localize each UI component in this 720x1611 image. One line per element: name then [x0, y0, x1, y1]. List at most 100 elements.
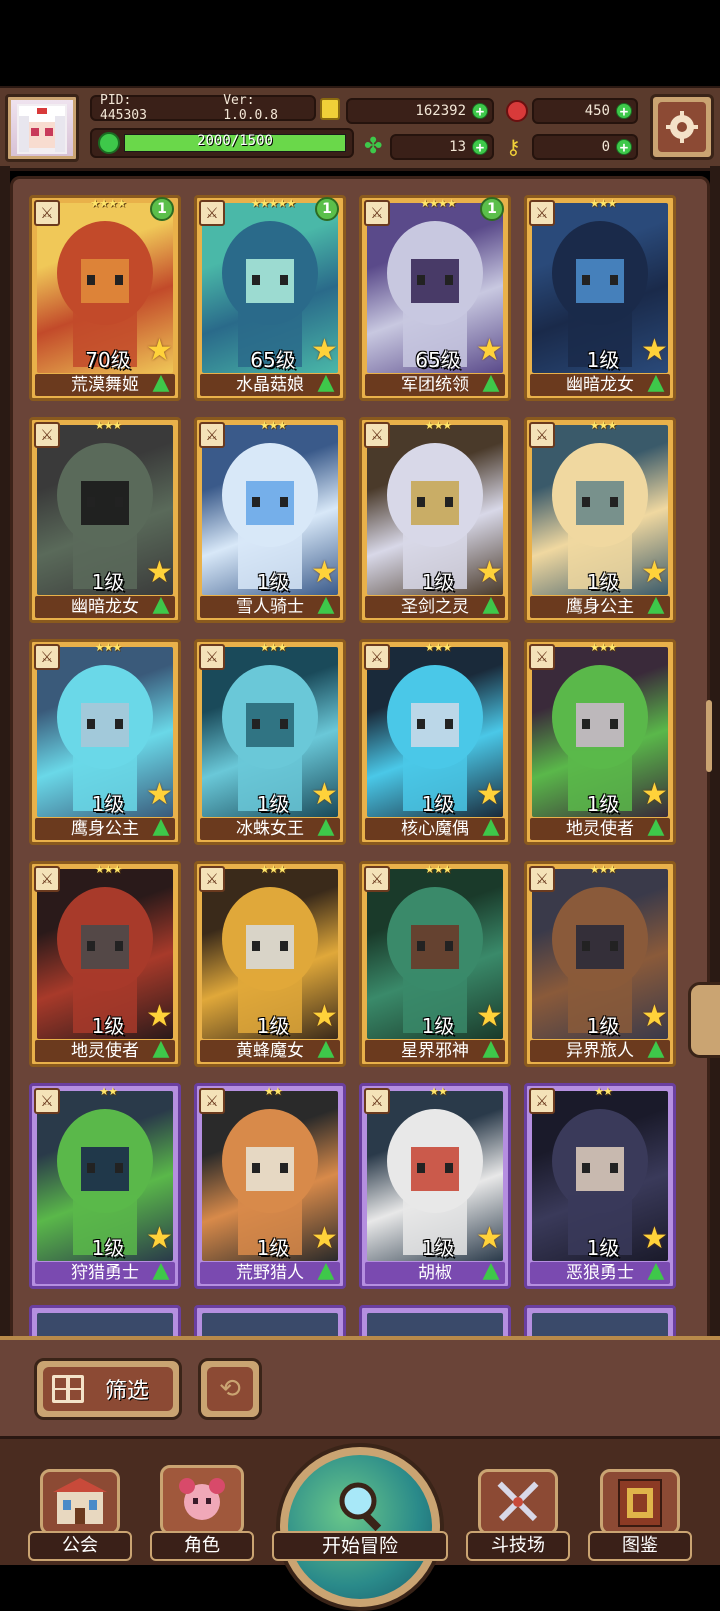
avatar-portrait [11, 100, 73, 156]
star-upgrade-icon[interactable]: ★ [311, 1002, 341, 1032]
level-up-arrow-icon[interactable]: ▲ [641, 1256, 671, 1286]
level-up-arrow-icon[interactable]: ▲ [476, 368, 506, 398]
weapon-type-icon: ⚔ [34, 422, 60, 448]
exp-text: 2000/1500 [197, 133, 273, 149]
star-upgrade-icon[interactable]: ★ [641, 780, 671, 810]
level-up-arrow-icon[interactable]: ▲ [311, 590, 341, 620]
star-upgrade-icon[interactable]: ★ [146, 780, 176, 810]
hero-roster-panel[interactable]: ★★★★ ⚔ 1 70级 荒漠舞姬 ★ ▲ ★★★★★ ⚔ 1 65级 水晶菇娘 ★ ▲ ★★★★ ⚔ 1 65级… [10, 176, 710, 1356]
level-up-arrow-icon[interactable]: ▲ [476, 1256, 506, 1286]
level-up-arrow-icon[interactable]: ▲ [146, 1034, 176, 1064]
hero-card[interactable]: ★★★ ⚔ 1级 地灵使者 ★ ▲ [524, 639, 676, 845]
clover-counter: 13 + [390, 134, 494, 160]
clover-value: 13 [449, 139, 466, 155]
hero-card[interactable]: ★★★ ⚔ 1级 圣剑之灵 ★ ▲ [359, 417, 511, 623]
level-up-arrow-icon[interactable]: ▲ [146, 368, 176, 398]
level-up-arrow-icon[interactable]: ▲ [146, 812, 176, 842]
settings-button[interactable] [650, 94, 714, 160]
weapon-type-icon: ⚔ [364, 1088, 390, 1114]
hero-card[interactable]: ★★★ ⚔ 1级 冰蛛女王 ★ ▲ [194, 639, 346, 845]
refresh-button[interactable]: ⟲ [198, 1358, 262, 1420]
gold-counter: 162392 + [346, 98, 494, 124]
hero-card[interactable]: ★★★★ ⚔ 1 65级 军团统领 ★ ▲ [359, 195, 511, 401]
star-upgrade-icon[interactable]: ★ [311, 780, 341, 810]
weapon-type-icon: ⚔ [199, 200, 225, 226]
star-upgrade-icon[interactable]: ★ [476, 780, 506, 810]
level-up-arrow-icon[interactable]: ▲ [641, 368, 671, 398]
roster-scrollbar[interactable] [706, 700, 712, 772]
level-up-arrow-icon[interactable]: ▲ [641, 590, 671, 620]
level-up-arrow-icon[interactable]: ▲ [311, 368, 341, 398]
weapon-type-icon: ⚔ [529, 644, 555, 670]
star-upgrade-icon[interactable]: ★ [476, 336, 506, 366]
nav-codex[interactable]: 图鉴 [584, 1439, 696, 1568]
player-id: PID: 445303 [100, 93, 147, 123]
side-drawer-tab[interactable] [688, 982, 720, 1058]
hero-card[interactable]: ★★★★★ ⚔ 1 65级 水晶菇娘 ★ ▲ [194, 195, 346, 401]
level-up-arrow-icon[interactable]: ▲ [146, 590, 176, 620]
star-upgrade-icon[interactable]: ★ [311, 558, 341, 588]
level-up-arrow-icon[interactable]: ▲ [476, 812, 506, 842]
clover-plus-button[interactable]: + [472, 139, 488, 156]
star-upgrade-icon[interactable]: ★ [146, 1224, 176, 1254]
crossed-swords-icon [478, 1469, 558, 1535]
hero-card[interactable]: ★★★ ⚔ 1级 星界邪神 ★ ▲ [359, 861, 511, 1067]
level-up-arrow-icon[interactable]: ▲ [311, 812, 341, 842]
hero-card[interactable]: ★★★ ⚔ 1级 异界旅人 ★ ▲ [524, 861, 676, 1067]
level-up-arrow-icon[interactable]: ▲ [476, 590, 506, 620]
hero-card[interactable]: ★★★ ⚔ 1级 地灵使者 ★ ▲ [29, 861, 181, 1067]
star-upgrade-icon[interactable]: ★ [146, 1002, 176, 1032]
nav-character-label: 角色 [150, 1531, 254, 1561]
star-upgrade-icon[interactable]: ★ [146, 336, 176, 366]
level-up-arrow-icon[interactable]: ▲ [146, 1256, 176, 1286]
nav-guild[interactable]: 公会 [24, 1439, 136, 1568]
level-up-arrow-icon[interactable]: ▲ [641, 1034, 671, 1064]
upgrade-count-badge: 1 [480, 197, 504, 221]
key-plus-button[interactable]: + [616, 139, 632, 156]
hero-card[interactable]: ★★★ ⚔ 1级 幽暗龙女 ★ ▲ [29, 417, 181, 623]
star-upgrade-icon[interactable]: ★ [641, 558, 671, 588]
level-up-arrow-icon[interactable]: ▲ [311, 1256, 341, 1286]
star-upgrade-icon[interactable]: ★ [641, 1224, 671, 1254]
star-upgrade-icon[interactable]: ★ [311, 1224, 341, 1254]
nav-arena[interactable]: 斗技场 [462, 1439, 574, 1568]
hero-card[interactable]: ★★★ ⚔ 1级 鹰身公主 ★ ▲ [524, 417, 676, 623]
gear-icon [666, 111, 698, 143]
hero-card[interactable]: ★★ ⚔ 1级 恶狼勇士 ★ ▲ [524, 1083, 676, 1289]
star-upgrade-icon[interactable]: ★ [476, 1224, 506, 1254]
star-upgrade-icon[interactable]: ★ [311, 336, 341, 366]
star-upgrade-icon[interactable]: ★ [146, 558, 176, 588]
star-upgrade-icon[interactable]: ★ [476, 1002, 506, 1032]
star-upgrade-icon[interactable]: ★ [641, 336, 671, 366]
hero-card[interactable]: ★★★ ⚔ 1级 核心魔偶 ★ ▲ [359, 639, 511, 845]
id-version-bar: PID: 445303 Ver: 1.0.0.8 [90, 93, 316, 123]
hero-card[interactable]: ★★★ ⚔ 1级 黄蜂魔女 ★ ▲ [194, 861, 346, 1067]
coin-icon [320, 98, 340, 120]
hero-card[interactable]: ★★★★ ⚔ 1 70级 荒漠舞姬 ★ ▲ [29, 195, 181, 401]
weapon-type-icon: ⚔ [199, 422, 225, 448]
key-value: 0 [601, 139, 610, 155]
gold-value: 162392 [415, 103, 466, 119]
level-up-arrow-icon[interactable]: ▲ [641, 812, 671, 842]
star-upgrade-icon[interactable]: ★ [641, 1002, 671, 1032]
player-avatar[interactable] [5, 94, 79, 162]
filter-button[interactable]: 筛选 [34, 1358, 182, 1420]
hero-card[interactable]: ★★★ ⚔ 1级 雪人骑士 ★ ▲ [194, 417, 346, 623]
bottom-navigation: 公会 角色 开始冒险 斗技场 图鉴 [0, 1436, 720, 1611]
level-up-arrow-icon[interactable]: ▲ [476, 1034, 506, 1064]
hero-card[interactable]: ★★ ⚔ 1级 狩猎勇士 ★ ▲ [29, 1083, 181, 1289]
level-up-arrow-icon[interactable]: ▲ [311, 1034, 341, 1064]
weapon-type-icon: ⚔ [199, 866, 225, 892]
star-upgrade-icon[interactable]: ★ [476, 558, 506, 588]
hero-card[interactable]: ★★ ⚔ 1级 荒野猎人 ★ ▲ [194, 1083, 346, 1289]
book-icon [600, 1469, 680, 1535]
adventure-globe-frame [276, 1443, 444, 1611]
gold-plus-button[interactable]: + [472, 103, 488, 120]
nav-start-adventure[interactable]: 开始冒险 [272, 1439, 448, 1611]
hero-card[interactable]: ★★★ ⚔ 1级 鹰身公主 ★ ▲ [29, 639, 181, 845]
nav-character[interactable]: 角色 [146, 1439, 258, 1568]
gem-plus-button[interactable]: + [616, 103, 632, 120]
hero-card[interactable]: ★★★ ⚔ 1级 幽暗龙女 ★ ▲ [524, 195, 676, 401]
hero-card[interactable]: ★★ ⚔ 1级 胡椒 ★ ▲ [359, 1083, 511, 1289]
weapon-type-icon: ⚔ [34, 644, 60, 670]
